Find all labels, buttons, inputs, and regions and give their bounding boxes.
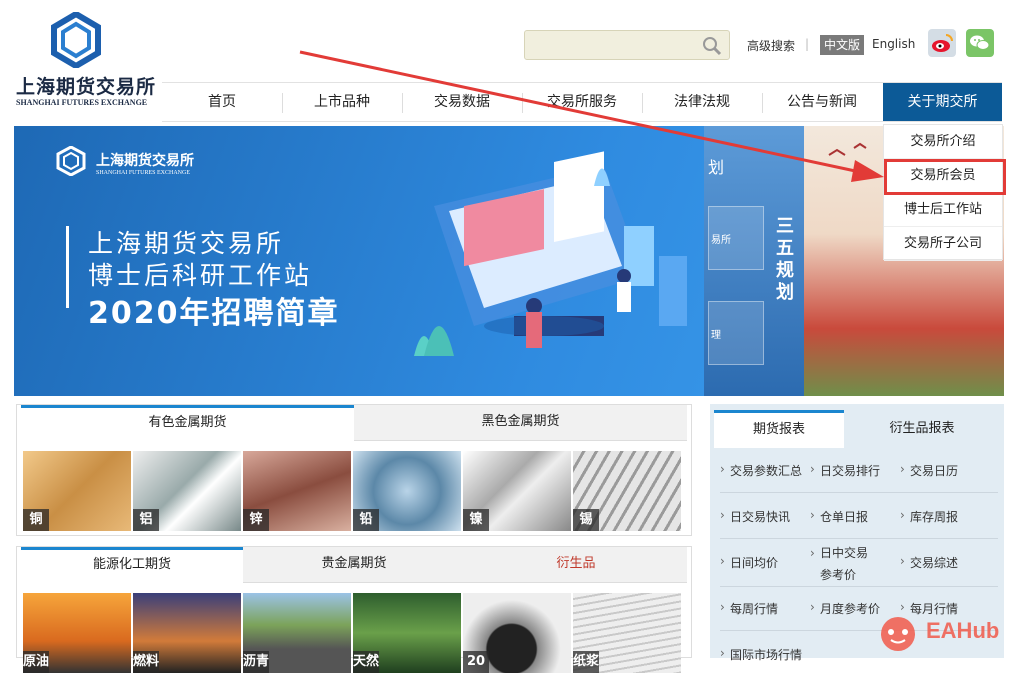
- report-link[interactable]: 月度参考价: [810, 600, 880, 617]
- tab-futures-reports[interactable]: 期货报表: [714, 410, 844, 448]
- banner-title-1: 上海期货交易所: [88, 229, 285, 258]
- logo-name-cn: 上海期货交易所: [16, 76, 157, 98]
- tab-nonferrous-metals[interactable]: 有色金属期货: [21, 405, 354, 441]
- report-link[interactable]: 库存周报: [900, 508, 958, 525]
- report-link[interactable]: 交易参数汇总: [720, 462, 802, 479]
- tab-derivative-reports[interactable]: 衍生品报表: [844, 410, 1000, 448]
- product-tile-bitumen[interactable]: 沥青: [243, 593, 351, 673]
- advanced-search-link[interactable]: 高级搜索: [747, 37, 795, 54]
- banner-side-text: 理: [711, 330, 721, 341]
- tab-precious-metals[interactable]: 贵金属期货: [243, 547, 465, 583]
- search-input[interactable]: [531, 35, 691, 55]
- tile-label: 铅: [353, 509, 379, 531]
- tile-label: 锌: [243, 509, 269, 531]
- nav-news[interactable]: 公告与新闻: [762, 83, 882, 121]
- report-link[interactable]: 国际市场行情: [720, 646, 802, 663]
- highlight-box: [884, 159, 1006, 195]
- shfe-logo-icon: [51, 12, 101, 68]
- birds-icon: [828, 142, 867, 156]
- report-link[interactable]: 日交易快讯: [720, 508, 790, 525]
- report-link[interactable]: 交易综述: [900, 554, 958, 571]
- weibo-button[interactable]: [928, 29, 956, 57]
- product-tile-aluminum[interactable]: 铝: [133, 451, 241, 531]
- eahub-logo-icon: [881, 617, 915, 651]
- product-tile-pulp[interactable]: 纸浆: [573, 593, 681, 673]
- chinese-version-button[interactable]: 中文版: [820, 35, 864, 55]
- main-nav: 首页 上市品种 交易数据 交易所服务 法律法规 公告与新闻 关于期交所: [162, 82, 1002, 122]
- row-divider: [720, 538, 998, 539]
- banner-side-text: 划: [708, 158, 725, 177]
- banner-side-text: 易所: [711, 235, 731, 246]
- report-link[interactable]: 每周行情: [720, 600, 778, 617]
- row-divider: [720, 586, 998, 587]
- nav-laws[interactable]: 法律法规: [642, 83, 762, 121]
- banner-logo-en: SHANGHAI FUTURES EXCHANGE: [96, 170, 191, 176]
- report-link[interactable]: 仓单日报: [810, 508, 868, 525]
- tile-label: 天然橡胶: [353, 651, 379, 673]
- banner-side-box: 易所: [708, 206, 764, 270]
- product-tile-zinc[interactable]: 锌: [243, 451, 351, 531]
- watermark-text: EAHub: [926, 618, 1000, 643]
- tile-label: 原油: [23, 651, 49, 673]
- nav-about[interactable]: 关于期交所: [883, 83, 1002, 121]
- banner-rule: [66, 226, 69, 308]
- nav-exchange-services[interactable]: 交易所服务: [522, 83, 642, 121]
- menu-item-subsidiaries[interactable]: 交易所子公司: [884, 227, 1002, 261]
- banner-side-panel: 划 易所 理 三 五 规 划: [704, 126, 804, 396]
- product-tile-copper[interactable]: 铜: [23, 451, 131, 531]
- english-version-link[interactable]: English: [872, 37, 915, 51]
- product-tile-natural-rubber[interactable]: 天然橡胶: [353, 593, 461, 673]
- eahub-watermark: EAHub: [878, 610, 1008, 654]
- tab-energy-chemicals[interactable]: 能源化工期货: [21, 547, 243, 583]
- divider: |: [805, 37, 810, 51]
- site-logo[interactable]: 上海期货交易所 SHANGHAI FUTURES EXCHANGE: [14, 12, 155, 107]
- tile-label: 纸浆: [573, 651, 599, 673]
- tile-label: 铝: [133, 509, 159, 531]
- tile-label: 镍: [463, 509, 489, 531]
- tab-ferrous-metals[interactable]: 黑色金属期货: [354, 405, 687, 441]
- report-link[interactable]: 日中交易参考价: [810, 542, 876, 586]
- search-box[interactable]: [524, 30, 730, 60]
- banner-illustration: [414, 151, 687, 356]
- wechat-button[interactable]: [966, 29, 994, 57]
- wechat-icon: [970, 35, 990, 50]
- tab-derivatives[interactable]: 衍生品: [465, 547, 687, 583]
- report-link[interactable]: 交易日历: [900, 462, 958, 479]
- banner-side-box: 理: [708, 301, 764, 365]
- banner-title-3: 2020年招聘简章: [88, 296, 340, 331]
- menu-item-postdoc-station[interactable]: 博士后工作站: [884, 193, 1002, 227]
- logo-name-en: SHANGHAI FUTURES EXCHANGE: [16, 98, 148, 107]
- banner-logo-icon: [56, 146, 86, 176]
- tile-label: 沥青: [243, 651, 269, 673]
- report-link[interactable]: 日间均价: [720, 554, 778, 571]
- banner-plan-text: 三 五 规 划: [776, 216, 794, 303]
- product-tile-fuel-oil[interactable]: 燃料油: [133, 593, 241, 673]
- hero-banner[interactable]: 上海期货交易所 SHANGHAI FUTURES EXCHANGE 上海期货交易…: [14, 126, 1004, 396]
- tile-label: 燃料油: [133, 651, 159, 673]
- banner-title-2: 博士后科研工作站: [88, 261, 313, 290]
- product-tile-lead[interactable]: 铅: [353, 451, 461, 531]
- product-tile-no20-rubber[interactable]: 20号胶: [463, 593, 571, 673]
- product-tile-crude-oil[interactable]: 原油: [23, 593, 131, 673]
- nav-trading-data[interactable]: 交易数据: [402, 83, 522, 121]
- tile-label: 20号胶: [463, 651, 489, 673]
- metals-panel: 有色金属期货 黑色金属期货 铜 铝 锌 铅 镍 锡: [16, 404, 692, 536]
- nav-products[interactable]: 上市品种: [282, 83, 402, 121]
- search-icon[interactable]: [702, 36, 722, 56]
- banner-logo-cn: 上海期货交易所: [96, 153, 194, 169]
- weibo-icon: [932, 34, 953, 52]
- product-tile-tin[interactable]: 锡: [573, 451, 681, 531]
- nav-home[interactable]: 首页: [162, 83, 282, 121]
- row-divider: [720, 492, 998, 493]
- product-tile-nickel[interactable]: 镍: [463, 451, 571, 531]
- menu-item-exchange-intro[interactable]: 交易所介绍: [884, 125, 1002, 159]
- tile-label: 铜: [23, 509, 49, 531]
- tile-label: 锡: [573, 509, 599, 531]
- report-link[interactable]: 日交易排行: [810, 462, 880, 479]
- energy-panel: 能源化工期货 贵金属期货 衍生品 原油 燃料油 沥青 天然橡胶 20号胶 纸浆: [16, 546, 692, 673]
